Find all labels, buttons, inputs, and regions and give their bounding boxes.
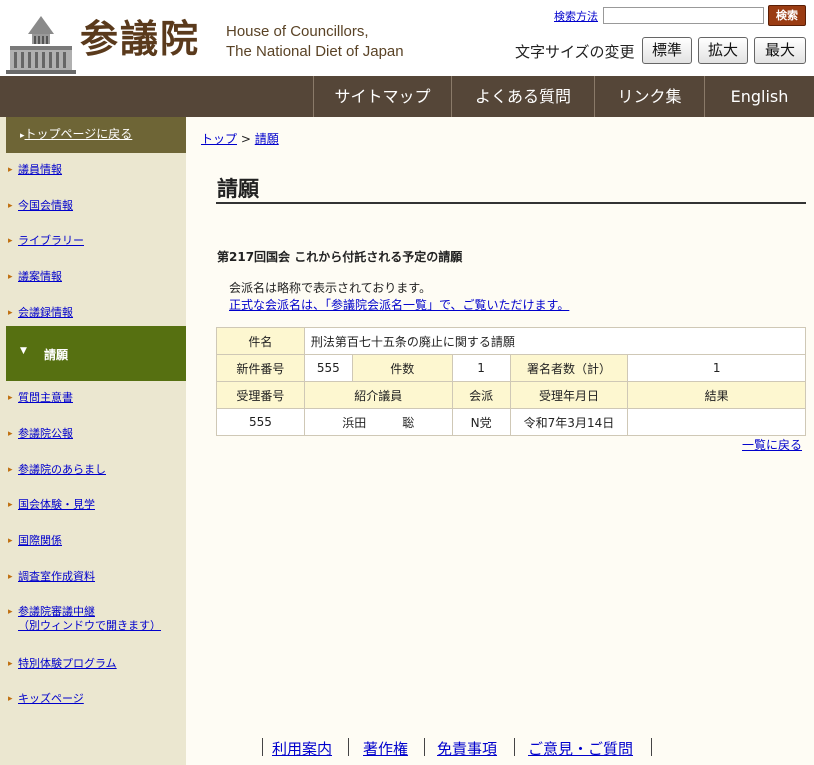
new-window-note: （別ウィンドウで開きます） [18,619,161,632]
sidebar-item-bills[interactable]: ▸ 議案情報 [8,270,62,284]
sidebar-item-library[interactable]: ▸ ライブラリー [8,234,84,248]
sidebar-item-questions[interactable]: ▸ 質問主意書 [8,391,73,405]
sidebar-item-visit[interactable]: ▸ 国会体験・見学 [8,498,95,512]
new-number-label: 新件番号 [216,354,305,382]
sidebar-top-link[interactable]: ▸トップページに戻る [6,117,186,153]
cell-party: N党 [451,408,511,436]
footer-usage-link[interactable]: 利用案内 [272,738,332,759]
header-introducer: 紹介議員 [303,381,453,409]
arrow-right-icon: ▸ [8,607,13,617]
cell-introducer: 浜田 聡 [303,408,453,436]
arrow-right-icon: ▸ [8,536,13,546]
nav-faq[interactable]: よくある質問 [451,76,594,117]
sidebar-item-members[interactable]: ▸ 議員情報 [8,163,62,177]
arrow-right-icon: ▸ [8,393,13,403]
sidebar-item-petitions[interactable]: ▼ 請願 [6,326,186,381]
table-header-row: 受理番号 紹介議員 会派 受理年月日 結果 [216,381,806,409]
arrow-right-icon: ▸ [8,201,13,211]
logo-english-line1: House of Councillors, [226,23,369,40]
petition-table: 件名 刑法第百七十五条の廃止に関する請願 新件番号 555 件数 1 署名者数（… [216,327,807,436]
header-party: 会派 [451,381,511,409]
header-result: 結果 [627,381,806,409]
footer-separator [514,738,515,756]
sidebar-item-kids[interactable]: ▸ キッズページ [8,692,84,706]
section-heading: 第217回国会 これから付託される予定の請願 [217,250,463,264]
sidebar-item-minutes[interactable]: ▸ 会議録情報 [8,306,73,320]
global-nav: サイトマップ よくある質問 リンク集 English [0,76,814,117]
sidebar-top-label[interactable]: トップページに戻る [25,127,133,141]
signers-label: 署名者数（計） [509,354,629,382]
font-size-max-button[interactable]: 最大 [754,37,806,64]
sidebar: ▸トップページに戻る ▸ 議員情報 ▸ 今国会情報 ▸ ライブラリー ▸ 議案情報 ▸ 会… [0,117,186,765]
logo-english[interactable]: House of Councillors, The National Diet … [226,22,404,62]
arrow-right-icon: ▸ [8,694,13,704]
arrow-right-icon: ▸ [8,659,13,669]
footer-separator [262,738,263,756]
search-help-link[interactable]: 検索方法 [554,8,598,24]
nav-sitemap[interactable]: サイトマップ [313,76,451,117]
header: 参議院 House of Councillors, The National D… [0,0,814,76]
nav-links[interactable]: リンク集 [594,76,704,117]
party-list-link[interactable]: 正式な会派名は、「参議院会派名一覧」で、ご覧いただけます。 [229,296,569,313]
footer-disclaimer-link[interactable]: 免責事項 [437,738,497,759]
font-size-large-button[interactable]: 拡大 [698,37,748,64]
footer-separator [348,738,349,756]
cell-result [627,408,806,436]
nav-english[interactable]: English [704,76,814,117]
arrow-right-icon: ▸ [8,236,13,246]
table-row: 新件番号 555 件数 1 署名者数（計） 1 [216,354,806,382]
footer-separator [651,738,652,756]
back-to-list-link[interactable]: 一覧に戻る [742,436,802,453]
party-note: 会派名は略称で表示されております。 [229,281,432,295]
arrow-right-icon: ▸ [8,500,13,510]
search-input[interactable] [603,7,764,24]
arrow-right-icon: ▸ [8,429,13,439]
breadcrumb-home[interactable]: トップ [201,132,237,146]
footer-separator [424,738,425,756]
diet-building-icon [6,16,76,74]
font-size-standard-button[interactable]: 標準 [642,37,692,64]
arrow-down-icon: ▼ [20,346,27,356]
sidebar-item-international[interactable]: ▸ 国際関係 [8,534,62,548]
title-divider [216,202,806,204]
logo-english-line2: The National Diet of Japan [226,43,404,60]
breadcrumb-current[interactable]: 請願 [255,132,279,146]
arrow-right-icon: ▸ [8,272,13,282]
subject-value: 刑法第百七十五条の廃止に関する請願 [303,327,807,355]
sidebar-item-overview[interactable]: ▸ 参議院のあらまし [8,463,106,477]
sidebar-item-bulletin[interactable]: ▸ 参議院公報 [8,427,73,441]
arrow-right-icon: ▸ [8,308,13,318]
count-label: 件数 [351,354,453,382]
sidebar-item-research[interactable]: ▸ 調査室作成資料 [8,570,95,584]
table-row: 555 浜田 聡 N党 令和7年3月14日 [216,408,806,436]
new-number-value: 555 [303,354,353,382]
cell-receipt-number: 555 [216,408,305,436]
header-receipt-number: 受理番号 [216,381,305,409]
count-value: 1 [451,354,511,382]
breadcrumb: トップ > 請願 [201,130,279,147]
sidebar-item-streaming[interactable]: ▸ 参議院審議中継 （別ウィンドウで開きます） [8,605,161,633]
sidebar-item-current-session[interactable]: ▸ 今国会情報 [8,199,73,213]
arrow-right-icon: ▸ [8,165,13,175]
arrow-right-icon: ▸ [8,465,13,475]
footer-copyright-link[interactable]: 著作権 [363,738,408,759]
page-title: 請願 [217,177,259,201]
search-button[interactable]: 検索 [768,5,806,26]
header-receipt-date: 受理年月日 [509,381,629,409]
sidebar-item-special-program[interactable]: ▸ 特別体験プログラム [8,657,117,671]
footer-feedback-link[interactable]: ご意見・ご質問 [528,738,633,759]
logo-kanji[interactable]: 参議院 [80,14,200,64]
signers-value: 1 [627,354,806,382]
breadcrumb-separator: > [240,132,251,146]
cell-receipt-date: 令和7年3月14日 [509,408,629,436]
font-size-label: 文字サイズの変更 [515,43,635,61]
arrow-right-icon: ▸ [8,572,13,582]
table-row: 件名 刑法第百七十五条の廃止に関する請願 [216,327,807,355]
subject-label: 件名 [216,327,305,355]
